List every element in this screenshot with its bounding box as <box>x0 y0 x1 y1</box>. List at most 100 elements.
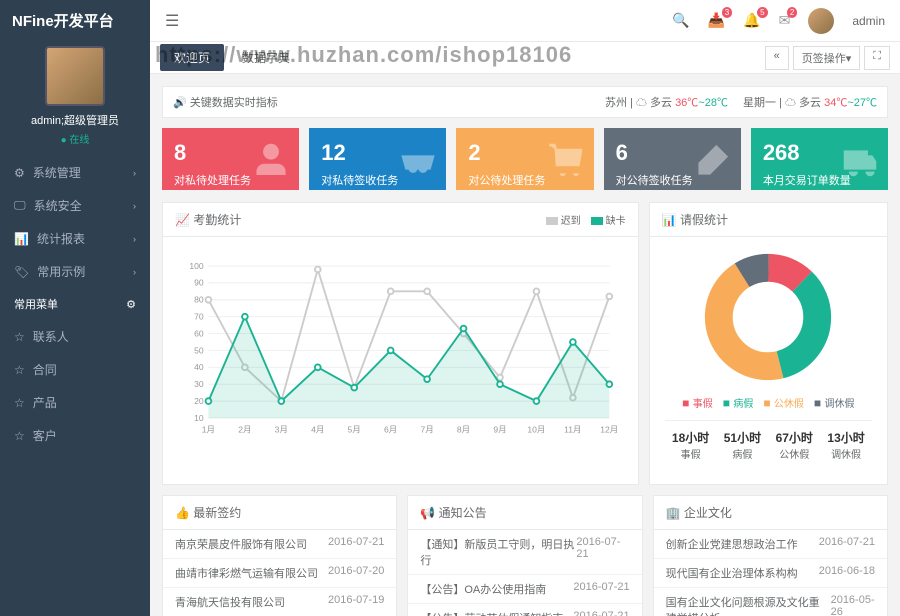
weather-item: 苏州 | ☁ 多云 36℃~28℃ <box>605 94 728 110</box>
donut-chart <box>703 252 833 382</box>
nav-section-header: 常用菜单⚙ <box>0 288 150 320</box>
svg-text:2月: 2月 <box>238 424 251 434</box>
svg-text:70: 70 <box>194 312 204 322</box>
search-icon[interactable]: 🔍 <box>672 12 689 29</box>
attendance-panel: 📈 考勤统计 迟到 缺卡 1020304050607080901001月2月3月… <box>162 202 639 485</box>
stat-cell: 51小时病假 <box>717 421 769 469</box>
bell-icon[interactable]: 🔔5 <box>743 12 760 29</box>
stat-card[interactable]: 6对公待签收任务 <box>604 128 741 190</box>
svg-text:5月: 5月 <box>348 424 361 434</box>
alert-bar: 🔊 关键数据实时指标 苏州 | ☁ 多云 36℃~28℃ 星期一 | ☁ 多云 3… <box>162 86 888 118</box>
list-panel: 🏢 企业文化创新企业党建思想政治工作2016-07-21现代国有企业治理体系构构… <box>653 495 888 616</box>
stat-cell: 18小时事假 <box>665 421 717 469</box>
profile-name: admin;超级管理员 <box>0 112 150 128</box>
main-nav: ⚙系统管理›🖵系统安全›📊统计报表›🏷常用示例› <box>0 156 150 288</box>
legend-item: 调休假 <box>814 395 855 410</box>
list-item[interactable]: 现代国有企业治理体系构构2016-06-18 <box>654 559 887 588</box>
list-item[interactable]: 国有企业文化问题根源及文化重建举措分析2016-05-26 <box>654 588 887 616</box>
svg-text:80: 80 <box>194 295 204 305</box>
svg-text:60: 60 <box>194 328 204 338</box>
list-item[interactable]: 南京荣晨皮件服饰有限公司2016-07-21 <box>163 530 396 559</box>
svg-text:3月: 3月 <box>275 424 288 434</box>
stat-cell: 67小时公休假 <box>768 421 820 469</box>
fav-item[interactable]: ☆合同 <box>0 353 150 386</box>
panel-title: 📢 通知公告 <box>408 496 641 530</box>
list-item[interactable]: 【公告】劳动节休假通知指南2016-07-21 <box>408 604 641 616</box>
tab[interactable]: 欢迎页 <box>160 44 224 71</box>
list-panel: 👍 最新签约南京荣晨皮件服饰有限公司2016-07-21曲靖市律彩燃气运输有限公… <box>162 495 397 616</box>
avatar-large <box>45 46 105 106</box>
nav-item[interactable]: 📊统计报表› <box>0 222 150 255</box>
tab-expand-button[interactable]: ⛶ <box>864 46 890 70</box>
svg-text:40: 40 <box>194 362 204 372</box>
tab-prev-button[interactable]: « <box>765 46 789 70</box>
list-item[interactable]: 【通知】新版员工守则，明日执行2016-07-21 <box>408 530 641 575</box>
chart-icon: 📊 <box>662 213 680 227</box>
mail-icon[interactable]: ✉2 <box>779 12 791 29</box>
legend-item: 公休假 <box>763 395 804 410</box>
svg-text:30: 30 <box>194 379 204 389</box>
svg-text:90: 90 <box>194 278 204 288</box>
svg-text:7月: 7月 <box>420 424 433 434</box>
favorites-nav: ☆联系人☆合同☆产品☆客户 <box>0 320 150 452</box>
nav-item[interactable]: 🖵系统安全› <box>0 189 150 222</box>
topbar: ☰ 🔍 📥3 🔔5 ✉2 admin <box>150 0 900 42</box>
stat-cell: 13小时调休假 <box>820 421 872 469</box>
brand-logo: NFine开发平台 <box>0 0 150 41</box>
legend-item: 病假 <box>723 395 754 410</box>
weather-item: 星期一 | ☁ 多云 34℃~27℃ <box>743 94 877 110</box>
nav-icon: 📊 <box>14 232 29 246</box>
svg-text:12月: 12月 <box>600 424 618 434</box>
fav-item[interactable]: ☆客户 <box>0 419 150 452</box>
inbox-icon[interactable]: 📥3 <box>708 12 725 29</box>
nav-icon: ⚙ <box>14 166 25 180</box>
list-item[interactable]: 青海航天信投有限公司2016-07-19 <box>163 588 396 616</box>
svg-text:100: 100 <box>189 261 204 271</box>
nav-icon: 🖵 <box>14 198 26 213</box>
panel-title: 请假统计 <box>680 211 728 228</box>
username[interactable]: admin <box>852 14 885 28</box>
star-icon: ☆ <box>14 396 25 410</box>
stat-card[interactable]: 12对私待签收任务 <box>309 128 446 190</box>
line-chart: 1020304050607080901001月2月3月4月5月6月7月8月9月1… <box>163 237 638 447</box>
panel-title: 🏢 企业文化 <box>654 496 887 530</box>
svg-text:10: 10 <box>194 413 204 423</box>
leave-panel: 📊 请假统计 事假病假公休假调休假 18小时事假51小时病假67小时公休假13小… <box>649 202 888 485</box>
svg-text:11月: 11月 <box>564 424 581 434</box>
nav-item[interactable]: 🏷常用示例› <box>0 255 150 288</box>
star-icon: ☆ <box>14 330 25 344</box>
list-panel: 📢 通知公告【通知】新版员工守则，明日执行2016-07-21【公告】OA办公使… <box>407 495 642 616</box>
panel-title: 考勤统计 <box>193 211 241 228</box>
alert-text: 关键数据实时指标 <box>190 94 278 110</box>
chart-icon: 📈 <box>175 213 193 227</box>
fav-item[interactable]: ☆联系人 <box>0 320 150 353</box>
fav-item[interactable]: ☆产品 <box>0 386 150 419</box>
star-icon: ☆ <box>14 429 25 443</box>
tab[interactable]: 数据字典 <box>228 44 304 71</box>
svg-text:50: 50 <box>194 345 204 355</box>
stat-card[interactable]: 268本月交易订单数量 <box>751 128 888 190</box>
svg-text:6月: 6月 <box>384 424 397 434</box>
stat-card[interactable]: 8对私待处理任务 <box>162 128 299 190</box>
tab-ops-dropdown[interactable]: 页签操作▾ <box>793 46 861 70</box>
star-icon: ☆ <box>14 363 25 377</box>
volume-icon: 🔊 <box>173 96 190 109</box>
svg-text:9月: 9月 <box>493 424 506 434</box>
legend-item: 事假 <box>682 395 713 410</box>
list-item[interactable]: 【公告】OA办公使用指南2016-07-21 <box>408 575 641 604</box>
profile-block: admin;超级管理员 在线 <box>0 41 150 156</box>
stat-card[interactable]: 2对公待处理任务 <box>456 128 593 190</box>
menu-toggle-icon[interactable]: ☰ <box>165 11 179 31</box>
svg-text:4月: 4月 <box>311 424 324 434</box>
list-item[interactable]: 曲靖市律彩燃气运输有限公司2016-07-20 <box>163 559 396 588</box>
nav-icon: 🏷 <box>14 265 29 279</box>
svg-text:8月: 8月 <box>457 424 470 434</box>
gear-icon[interactable]: ⚙ <box>126 298 136 311</box>
nav-item[interactable]: ⚙系统管理› <box>0 156 150 189</box>
svg-text:10月: 10月 <box>527 424 545 434</box>
list-item[interactable]: 创新企业党建思想政治工作2016-07-21 <box>654 530 887 559</box>
avatar-small[interactable] <box>808 8 834 34</box>
tabbar: 欢迎页数据字典 « 页签操作▾ ⛶ <box>150 42 900 74</box>
online-status: 在线 <box>0 131 150 146</box>
panel-title: 👍 最新签约 <box>163 496 396 530</box>
